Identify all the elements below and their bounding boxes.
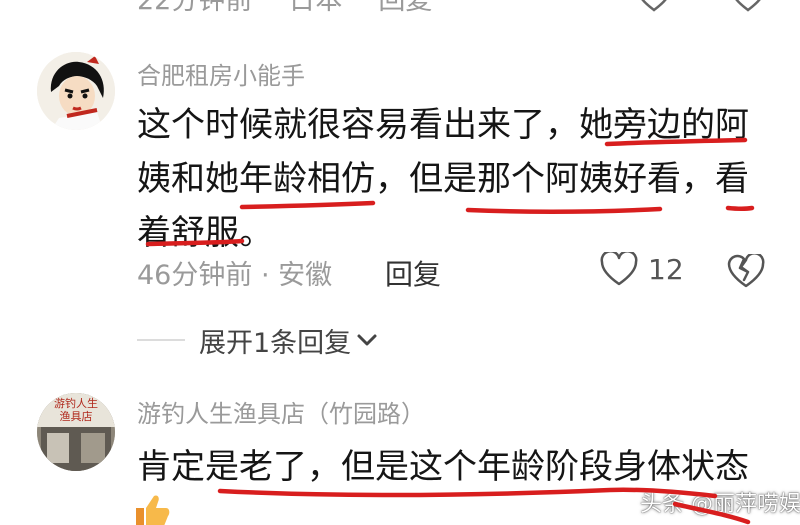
comment-location: 安徽 [278, 260, 333, 291]
thumbs-up-emoji-icon [132, 492, 172, 525]
expand-replies-button[interactable]: 展开1条回复 [137, 320, 437, 360]
avatar[interactable]: 游钓人生 渔具店 [37, 393, 115, 471]
heart-outline-icon[interactable] [636, 0, 672, 12]
comment-meta: 46分钟前 · 安徽 [137, 253, 332, 292]
like-count: 12 [648, 252, 684, 286]
meta-separator: · [260, 260, 270, 291]
avatar[interactable] [37, 52, 115, 130]
comment-body: 这个时候就很容易看出来了，她旁边的阿 姨和她年龄相仿，但是那个阿姨好看，看 着舒… [137, 98, 762, 260]
broken-heart-icon[interactable] [727, 254, 765, 288]
comment-body-line: 这个时候就很容易看出来了，她旁边的阿 [137, 105, 749, 145]
heart-outline-icon [600, 252, 638, 286]
cartoon-avatar-icon [37, 52, 115, 130]
expand-divider [137, 339, 185, 341]
avatar-shop-sign: 游钓人生 渔具店 [54, 397, 98, 423]
previous-comment-meta-row: 22分钟前 日本 回复 [0, 0, 800, 18]
chevron-down-icon [357, 334, 377, 346]
watermark: 头条 @丽萍唠娱 [640, 492, 800, 517]
like-button[interactable]: 12 [600, 252, 684, 286]
previous-comment-reply-button[interactable]: 回复 [378, 0, 432, 16]
comment-username[interactable]: 合肥租房小能手 [137, 56, 305, 91]
previous-comment-meta: 22分钟前 日本 回复 [137, 0, 468, 17]
comment-body-line: 姨和她年龄相仿，但是那个阿姨好看，看 [137, 159, 749, 199]
expand-replies-label: 展开1条回复 [199, 327, 352, 359]
previous-comment-time: 22分钟前 [137, 0, 253, 16]
previous-comment-location: 日本 [288, 0, 343, 16]
comment-username[interactable]: 游钓人生渔具店（竹园路） [137, 394, 425, 429]
broken-heart-icon[interactable] [730, 0, 766, 12]
comment-time: 46分钟前 [137, 260, 253, 291]
reply-button[interactable]: 回复 [385, 253, 441, 293]
